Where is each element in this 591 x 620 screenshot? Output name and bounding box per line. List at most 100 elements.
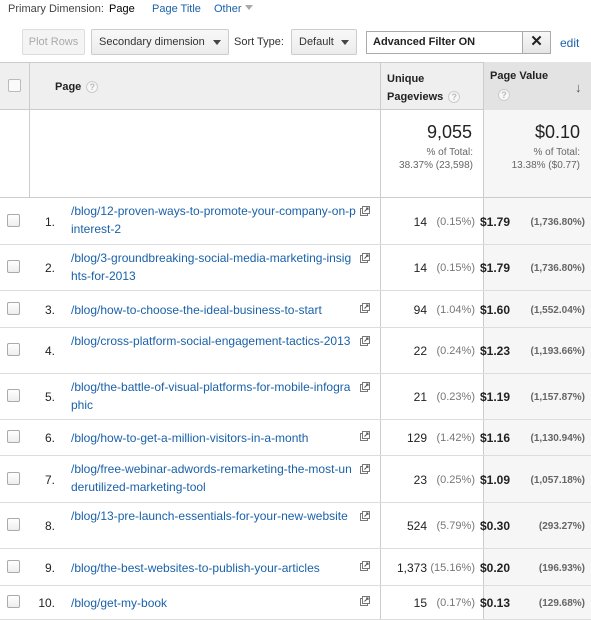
external-link-icon[interactable]: [360, 336, 370, 346]
chevron-down-icon: [244, 5, 253, 10]
external-link-icon[interactable]: [360, 511, 370, 521]
page-link[interactable]: /blog/12-proven-ways-to-promote-your-com…: [71, 202, 357, 238]
page-value: $1.23: [479, 344, 510, 358]
row-checkbox[interactable]: [7, 260, 20, 273]
chevron-down-icon: [341, 40, 349, 45]
unique-pageviews-value: 14: [413, 261, 427, 275]
page-value: $1.79: [479, 261, 510, 275]
row-number: 6.: [44, 431, 55, 445]
page-link[interactable]: /blog/13-pre-launch-essentials-for-your-…: [71, 507, 357, 525]
table-row: 4. /blog/cross-platform-social-engagement…: [0, 328, 591, 374]
page-value: $0.30: [479, 519, 510, 533]
sort-descending-icon[interactable]: ↓: [575, 80, 582, 95]
column-header-page[interactable]: Page?: [55, 81, 99, 93]
external-link-icon[interactable]: [360, 303, 370, 313]
page-value-percent: (1,057.18%): [530, 475, 585, 486]
primary-dimension-bar: Primary Dimension: Page Page Title Other: [0, 0, 591, 20]
page-value: $1.09: [479, 473, 510, 487]
column-header-unique-label-1: Unique: [387, 73, 425, 85]
external-link-icon[interactable]: [360, 561, 370, 571]
table-row: 7. /blog/free-webinar-adwords-remarketing…: [0, 456, 591, 503]
external-link-icon[interactable]: [360, 464, 370, 474]
row-number: 10.: [38, 596, 55, 610]
dimension-other-dropdown[interactable]: Other: [214, 3, 253, 15]
table-row: 3. /blog/how-to-choose-the-ideal-business…: [0, 291, 591, 328]
page-link[interactable]: /blog/how-to-choose-the-ideal-business-t…: [71, 301, 357, 319]
external-link-icon[interactable]: [360, 382, 370, 392]
external-link-icon[interactable]: [360, 431, 370, 441]
page-link[interactable]: /blog/3-groundbreaking-social-media-mark…: [71, 249, 357, 285]
external-link-icon[interactable]: [360, 596, 370, 606]
page-link[interactable]: /blog/the-best-websites-to-publish-your-…: [71, 559, 357, 577]
row-checkbox[interactable]: [7, 343, 20, 356]
unique-pageviews-value: 23: [413, 473, 427, 487]
page-value-percent: (129.68%): [538, 598, 585, 609]
unique-pageviews-percent: (1.42%): [436, 432, 475, 444]
row-number: 1.: [44, 215, 55, 229]
row-number: 5.: [44, 390, 55, 404]
dimension-page[interactable]: Page: [109, 3, 135, 15]
edit-filter-link[interactable]: edit: [560, 36, 579, 50]
unique-pageviews-percent: (15.16%): [430, 562, 475, 574]
total-page-value-sub1: % of Total:: [533, 147, 580, 158]
table-row: 10. /blog/get-my-book 15 (0.17%) $0.13 (129.6…: [0, 586, 591, 620]
select-all-checkbox[interactable]: [8, 79, 21, 92]
page-value-percent: (1,193.66%): [530, 346, 585, 357]
total-unique-pageviews-sub1: % of Total:: [426, 147, 473, 158]
column-header-page-value[interactable]: Page Value: [490, 70, 548, 82]
plot-rows-button[interactable]: Plot Rows: [22, 29, 85, 55]
unique-pageviews-value: 22: [413, 344, 427, 358]
page-value-percent: (196.93%): [538, 563, 585, 574]
row-checkbox[interactable]: [7, 472, 20, 485]
page-value-percent: (1,736.80%): [530, 217, 585, 228]
help-icon[interactable]: ?: [86, 81, 99, 93]
table-row: 6. /blog/how-to-get-a-million-visitors-in…: [0, 420, 591, 456]
row-number: 3.: [44, 303, 55, 317]
unique-pageviews-value: 129: [406, 431, 427, 445]
total-unique-pageviews: 9,055: [426, 122, 472, 142]
page-link[interactable]: /blog/cross-platform-social-engagement-t…: [71, 332, 357, 350]
page-value-percent: (1,130.94%): [530, 433, 585, 444]
table-row: 5. /blog/the-battle-of-visual-platforms-f…: [0, 374, 591, 420]
external-link-icon[interactable]: [360, 206, 370, 216]
column-header-page-label: Page: [55, 81, 82, 93]
page-value-percent: (1,552.04%): [530, 305, 585, 316]
page-link[interactable]: /blog/get-my-book: [71, 594, 357, 612]
dimension-page-title-link[interactable]: Page Title: [152, 3, 201, 15]
row-checkbox[interactable]: [7, 518, 20, 531]
row-checkbox[interactable]: [7, 389, 20, 402]
help-icon[interactable]: ?: [498, 89, 510, 101]
table-row: 8. /blog/13-pre-launch-essentials-for-you…: [0, 503, 591, 549]
table-row: 2. /blog/3-groundbreaking-social-media-ma…: [0, 245, 591, 291]
row-checkbox[interactable]: [7, 430, 20, 443]
unique-pageviews-value: 94: [413, 303, 427, 317]
sort-type-label: Sort Type:: [234, 36, 284, 48]
secondary-dimension-dropdown[interactable]: Secondary dimension: [91, 29, 229, 55]
unique-pageviews-value: 21: [413, 390, 427, 404]
external-link-icon[interactable]: [360, 253, 370, 263]
sort-type-dropdown[interactable]: Default: [291, 29, 357, 55]
column-header-unique-pageviews[interactable]: Unique Pageviews?: [387, 70, 482, 106]
page-value-percent: (1,157.87%): [530, 392, 585, 403]
clear-filter-button[interactable]: ✕: [522, 31, 551, 54]
table-row: 1. /blog/12-proven-ways-to-promote-your-c…: [0, 198, 591, 245]
advanced-filter-field[interactable]: Advanced Filter ON: [366, 31, 523, 54]
table-row: 9. /blog/the-best-websites-to-publish-you…: [0, 549, 591, 586]
column-header-unique-label-2: Pageviews: [387, 91, 444, 103]
row-number: 9.: [44, 561, 55, 575]
row-checkbox[interactable]: [7, 302, 20, 315]
page-link[interactable]: /blog/free-webinar-adwords-remarketing-t…: [71, 460, 357, 496]
chevron-down-icon: [213, 40, 221, 45]
unique-pageviews-percent: (0.23%): [436, 391, 475, 403]
page-value-percent: (293.27%): [538, 521, 585, 532]
page-value: $1.19: [479, 390, 510, 404]
unique-pageviews-percent: (0.25%): [436, 474, 475, 486]
row-checkbox[interactable]: [7, 595, 20, 608]
row-checkbox[interactable]: [7, 214, 20, 227]
help-icon[interactable]: ?: [448, 91, 461, 103]
unique-pageviews-percent: (5.79%): [436, 520, 475, 532]
total-page-value: $0.10: [534, 122, 580, 142]
row-checkbox[interactable]: [7, 560, 20, 573]
page-link[interactable]: /blog/the-battle-of-visual-platforms-for…: [71, 378, 357, 414]
page-link[interactable]: /blog/how-to-get-a-million-visitors-in-a…: [71, 429, 357, 447]
